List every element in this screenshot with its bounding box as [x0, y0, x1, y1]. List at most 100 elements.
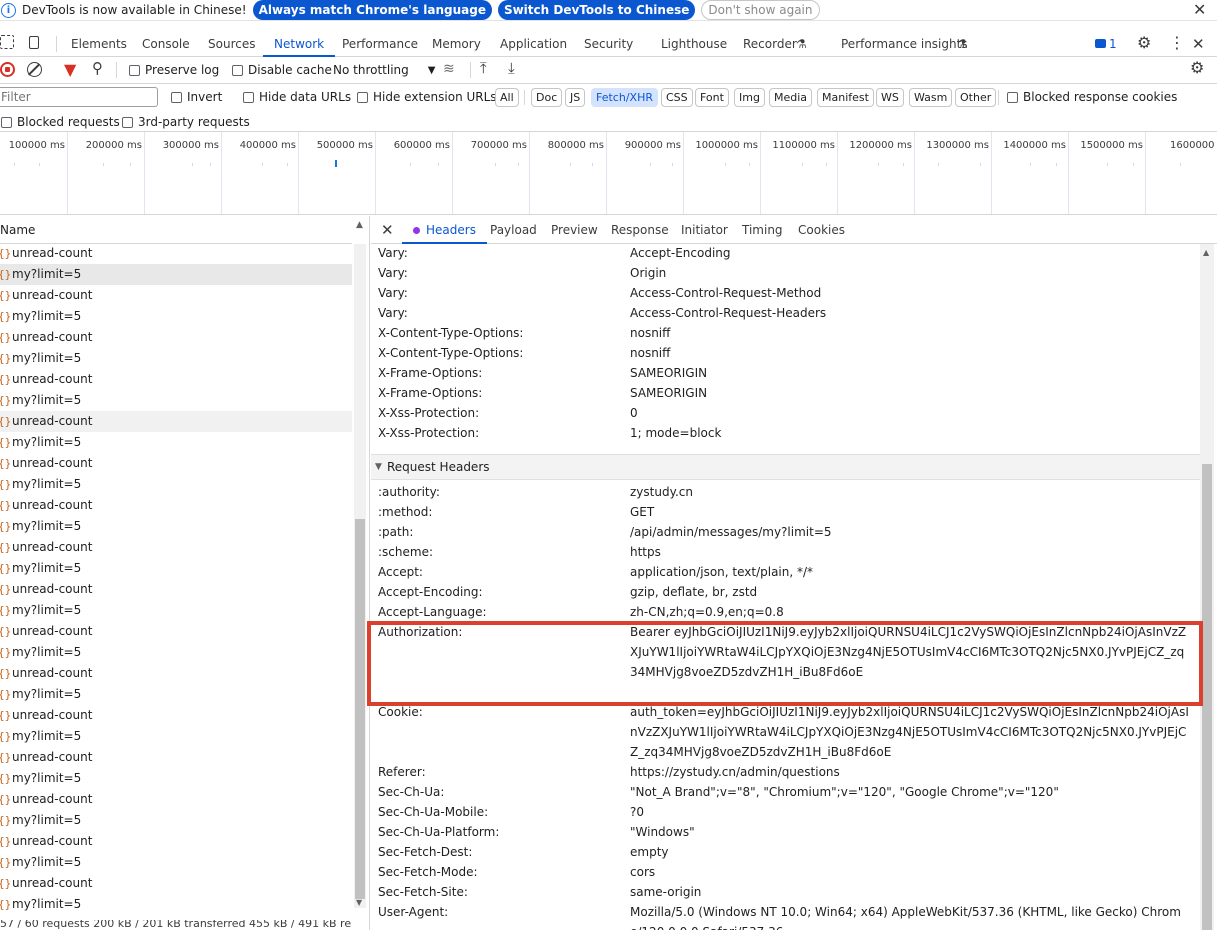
request-row[interactable]: {}my?limit=5	[0, 810, 352, 831]
request-row[interactable]: {}my?limit=5	[0, 306, 352, 327]
scrollbar-thumb[interactable]	[1202, 464, 1212, 930]
checkbox-icon[interactable]	[122, 116, 133, 128]
request-row[interactable]: {}my?limit=5	[0, 684, 352, 705]
detail-tab-initiator[interactable]: Initiator	[681, 216, 728, 244]
name-column-header[interactable]: Name	[0, 216, 352, 244]
blocked-requests-checkbox[interactable]: Blocked requests	[1, 115, 120, 129]
filter-chip-all[interactable]: All	[495, 88, 519, 107]
request-row[interactable]: {}my?limit=5	[0, 768, 352, 789]
request-list-scrollbar[interactable]	[354, 244, 366, 908]
import-har-icon[interactable]: ⤒	[480, 59, 487, 77]
close-devtools-icon[interactable]: ✕	[1192, 31, 1205, 57]
checkbox-icon[interactable]	[1, 116, 12, 128]
clear-icon[interactable]	[27, 62, 42, 77]
filter-chip-media[interactable]: Media	[769, 88, 813, 107]
filter-chip-other[interactable]: Other	[955, 88, 997, 107]
header-value[interactable]: 0	[630, 403, 1190, 423]
request-row[interactable]: {}my?limit=5	[0, 894, 352, 915]
scroll-down-arrow-icon[interactable]: ▼	[356, 898, 362, 907]
issues-icon[interactable]	[1095, 39, 1106, 48]
header-value[interactable]: Accept-Encoding	[630, 243, 1190, 263]
request-row[interactable]: {}my?limit=5	[0, 348, 352, 369]
invert-checkbox[interactable]: Invert	[171, 90, 222, 104]
header-value[interactable]: gzip, deflate, br, zstd	[630, 582, 1190, 602]
header-value[interactable]: nosniff	[630, 323, 1190, 343]
hide-extension-urls-checkbox[interactable]: Hide extension URLs	[357, 90, 497, 104]
filter-chip-js[interactable]: JS	[565, 88, 586, 107]
sort-arrow-icon[interactable]: ▲	[356, 220, 363, 230]
third-party-requests-checkbox[interactable]: 3rd-party requests	[122, 115, 250, 129]
header-value[interactable]: Access-Control-Request-Headers	[630, 303, 1190, 323]
request-row[interactable]: {}unread-count	[0, 705, 352, 726]
request-row[interactable]: {}my?limit=5	[0, 390, 352, 411]
request-row[interactable]: {}my?limit=5	[0, 642, 352, 663]
tab-sources[interactable]: Sources	[208, 31, 255, 57]
filter-input[interactable]	[0, 87, 158, 107]
filter-chip-ws[interactable]: WS	[876, 88, 904, 107]
detail-tab-headers[interactable]: Headers	[402, 216, 487, 244]
hide-data-urls-checkbox[interactable]: Hide data URLs	[243, 90, 351, 104]
request-row[interactable]: {}unread-count	[0, 411, 352, 432]
network-settings-gear-icon[interactable]: ⚙	[1190, 58, 1204, 77]
record-stop-icon[interactable]	[0, 62, 15, 77]
request-row[interactable]: {}unread-count	[0, 621, 352, 642]
header-value[interactable]: cors	[630, 862, 1190, 882]
header-value[interactable]: Origin	[630, 263, 1190, 283]
throttling-select[interactable]: No throttling ▼	[333, 63, 435, 77]
header-value[interactable]: "Windows"	[630, 822, 1190, 842]
checkbox-icon[interactable]	[129, 64, 140, 76]
issues-count[interactable]: 1	[1109, 31, 1117, 57]
request-row[interactable]: {}unread-count	[0, 495, 352, 516]
tab-performance-insights[interactable]: Performance insights	[841, 31, 968, 57]
header-value[interactable]: zh-CN,zh;q=0.9,en;q=0.8	[630, 602, 1190, 622]
header-value[interactable]: "Not_A Brand";v="8", "Chromium";v="120",…	[630, 782, 1190, 802]
request-row[interactable]: {}unread-count	[0, 831, 352, 852]
filter-chip-doc[interactable]: Doc	[531, 88, 563, 107]
header-value[interactable]: nosniff	[630, 343, 1190, 363]
checkbox-icon[interactable]	[171, 91, 182, 103]
more-options-icon[interactable]: ⋮	[1169, 31, 1185, 57]
network-overview-timeline[interactable]: 100000 ms 200000 ms 300000 ms 400000 ms …	[0, 132, 1217, 215]
filter-chip-manifest[interactable]: Manifest	[817, 88, 874, 107]
filter-icon[interactable]: ▼	[64, 60, 76, 79]
scrollbar-thumb[interactable]	[355, 519, 365, 899]
request-row[interactable]: {}unread-count	[0, 243, 352, 264]
header-value[interactable]: empty	[630, 842, 1190, 862]
header-value[interactable]: application/json, text/plain, */*	[630, 562, 1190, 582]
checkbox-icon[interactable]	[357, 91, 368, 103]
header-value[interactable]: same-origin	[630, 882, 1190, 902]
tab-network[interactable]: Network	[263, 31, 336, 57]
inspect-element-icon[interactable]	[0, 35, 14, 49]
header-value[interactable]: ?0	[630, 802, 1190, 822]
tab-application[interactable]: Application	[500, 31, 567, 57]
filter-chip-font[interactable]: Font	[695, 88, 729, 107]
filter-chip-css[interactable]: CSS	[661, 88, 693, 107]
detail-tab-payload[interactable]: Payload	[490, 216, 537, 244]
checkbox-icon[interactable]	[1007, 91, 1018, 103]
close-details-icon[interactable]: ✕	[381, 216, 394, 244]
tab-elements[interactable]: Elements	[71, 31, 127, 57]
header-value[interactable]: 1; mode=block	[630, 423, 1190, 443]
header-value[interactable]: Mozilla/5.0 (Windows NT 10.0; Win64; x64…	[630, 902, 1190, 930]
header-value[interactable]: SAMEORIGIN	[630, 383, 1190, 403]
filter-chip-fetch-xhr[interactable]: Fetch/XHR	[591, 88, 658, 107]
tab-performance[interactable]: Performance	[342, 31, 418, 57]
header-value[interactable]: https	[630, 542, 1190, 562]
detail-tab-cookies[interactable]: Cookies	[798, 216, 845, 244]
tab-recorder[interactable]: Recorder	[743, 31, 797, 57]
close-icon[interactable]: ✕	[1193, 0, 1206, 19]
blocked-response-cookies-checkbox[interactable]: Blocked response cookies	[1007, 90, 1177, 104]
preserve-log-checkbox[interactable]: Preserve log	[129, 63, 219, 77]
always-match-language-button[interactable]: Always match Chrome's language	[252, 0, 492, 20]
device-toolbar-icon[interactable]	[29, 36, 39, 49]
header-value[interactable]: Access-Control-Request-Method	[630, 283, 1190, 303]
header-value[interactable]: zystudy.cn	[630, 482, 1190, 502]
filter-chip-wasm[interactable]: Wasm	[909, 88, 953, 107]
request-row[interactable]: {}unread-count	[0, 747, 352, 768]
request-row[interactable]: {}my?limit=5	[0, 726, 352, 747]
network-conditions-icon[interactable]: ≋	[443, 61, 455, 77]
switch-to-chinese-button[interactable]: Switch DevTools to Chinese	[497, 0, 696, 20]
header-value[interactable]: SAMEORIGIN	[630, 363, 1190, 383]
header-value[interactable]: auth_token=eyJhbGciOiJIUzI1NiJ9.eyJyb2xl…	[630, 702, 1190, 762]
filter-chip-img[interactable]: Img	[734, 88, 765, 107]
